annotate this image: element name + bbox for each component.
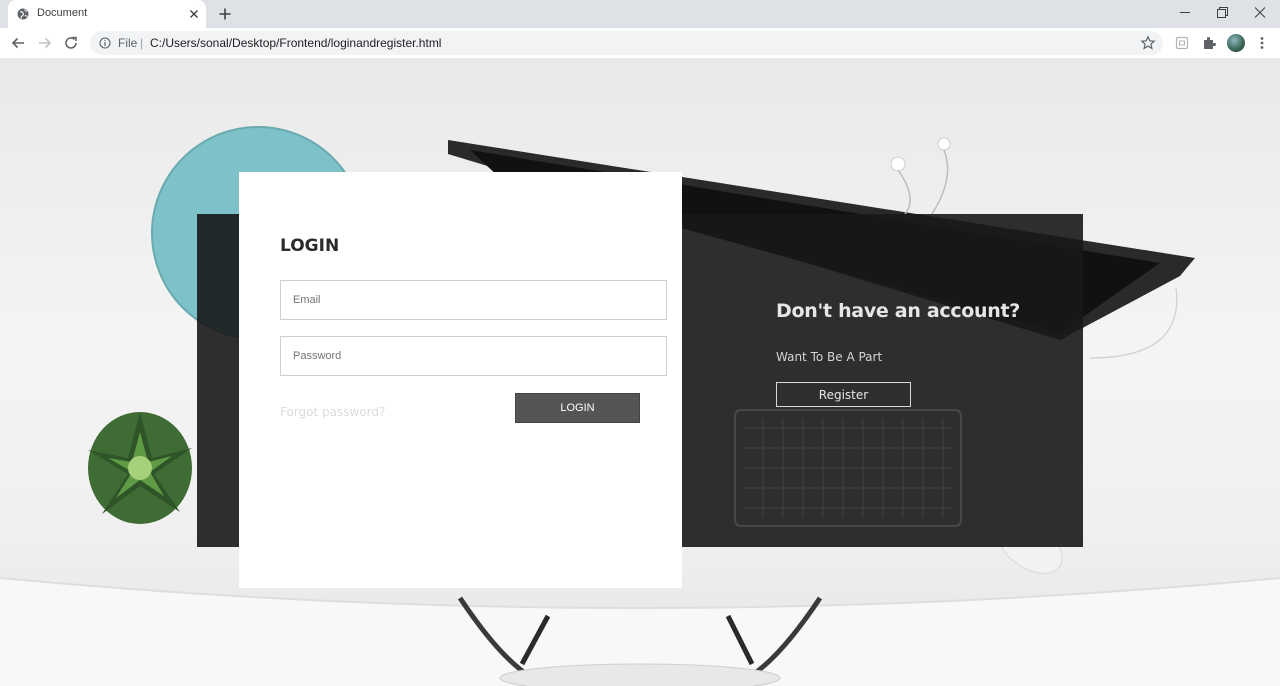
signup-subtitle: Want To Be A Part bbox=[776, 350, 883, 364]
reload-icon[interactable] bbox=[63, 35, 79, 51]
extension-icon[interactable] bbox=[1174, 35, 1190, 51]
password-input[interactable] bbox=[280, 336, 667, 376]
forward-arrow-icon[interactable] bbox=[37, 35, 53, 51]
minimize-icon[interactable] bbox=[1175, 4, 1195, 22]
email-input[interactable] bbox=[280, 280, 667, 320]
kebab-menu-icon[interactable] bbox=[1254, 35, 1270, 51]
keyboard-image bbox=[734, 409, 962, 527]
file-scheme-label: File bbox=[118, 36, 138, 50]
globe-icon bbox=[17, 8, 29, 20]
back-arrow-icon[interactable] bbox=[10, 35, 26, 51]
omnibox-separator: | bbox=[140, 36, 144, 50]
login-button[interactable]: LOGIN bbox=[515, 393, 640, 423]
bookmark-star-icon[interactable] bbox=[1140, 35, 1156, 51]
browser-toolbar: File | C:/Users/sonal/Desktop/Frontend/l… bbox=[0, 28, 1280, 59]
url-text[interactable]: C:/Users/sonal/Desktop/Frontend/loginand… bbox=[150, 36, 441, 50]
avatar[interactable] bbox=[1227, 34, 1245, 52]
tab-strip: Document bbox=[0, 0, 1280, 28]
browser-tab[interactable]: Document bbox=[8, 0, 206, 28]
forgot-password-link[interactable]: Forgot password? bbox=[280, 405, 385, 419]
new-tab-button[interactable] bbox=[216, 5, 234, 23]
login-card: LOGIN Forgot password? LOGIN bbox=[239, 172, 682, 588]
restore-icon[interactable] bbox=[1212, 4, 1232, 22]
page-viewport: Don't have an account? Want To Be A Part… bbox=[0, 58, 1280, 686]
close-tab-icon[interactable] bbox=[186, 6, 202, 22]
signup-heading: Don't have an account? bbox=[776, 300, 1021, 322]
tab-title: Document bbox=[37, 7, 88, 19]
close-window-icon[interactable] bbox=[1250, 4, 1270, 22]
info-icon[interactable] bbox=[99, 37, 111, 49]
puzzle-icon[interactable] bbox=[1201, 35, 1217, 51]
address-bar[interactable]: File | C:/Users/sonal/Desktop/Frontend/l… bbox=[90, 31, 1163, 55]
register-button[interactable]: Register bbox=[776, 382, 911, 407]
login-heading: LOGIN bbox=[280, 236, 340, 256]
